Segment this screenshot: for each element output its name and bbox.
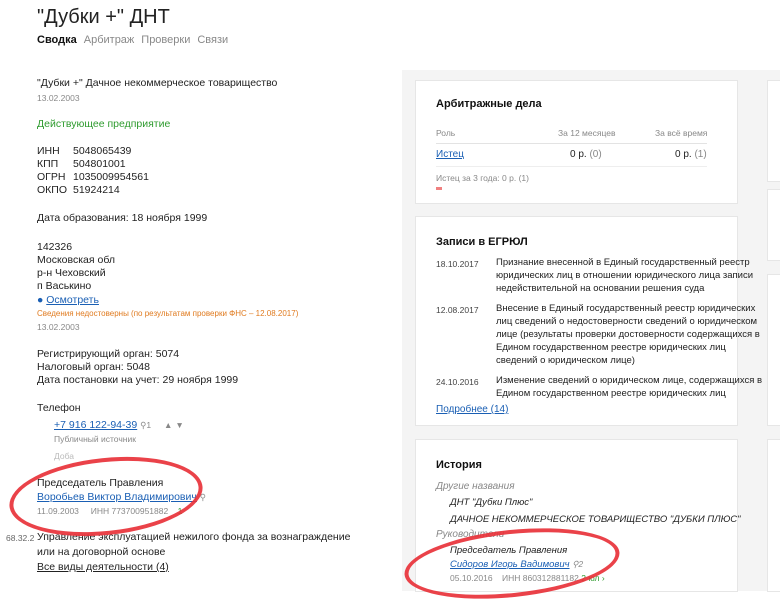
chevron-right-icon[interactable]: ›	[602, 573, 605, 583]
egrul-entry: Изменение сведений о юридическом лице, с…	[496, 375, 763, 399]
tab-inspections[interactable]: Проверки	[141, 34, 190, 46]
col-role: Роль	[436, 128, 456, 138]
tab-arbitration[interactable]: Арбитраж	[84, 34, 135, 46]
inn-row: ИНН 5048065439	[37, 145, 132, 157]
page-title: "Дубки +" ДНТ	[37, 6, 170, 28]
address-line: п Васькино	[37, 280, 92, 292]
egrul-card: Записи в ЕГРЮЛ 18.10.2017 Признание внес…	[416, 217, 762, 425]
founded-date: Дата образования: 18 ноября 1999	[37, 212, 208, 224]
col-12m: За 12 месяцев	[558, 128, 616, 138]
map-link-row[interactable]: ● Осмотреть	[37, 294, 99, 306]
map-pin-icon: ●	[37, 294, 44, 306]
other-names-label: Другие названия	[436, 481, 515, 492]
col-all: За всё время	[655, 128, 708, 138]
arbitration-card: Арбитражные дела Роль За 12 месяцев За в…	[416, 81, 737, 203]
phone-search-count: ⚲1	[140, 420, 152, 430]
value-12m: 0 р. (0)	[570, 149, 602, 160]
status-active: Действующее предприятие	[37, 118, 171, 130]
name-date: 13.02.2003	[37, 93, 80, 103]
address-warning: Сведения недостоверны (по результатам пр…	[37, 309, 299, 318]
tab-summary[interactable]: Сводка	[37, 34, 77, 46]
add-phone-link[interactable]: Доба	[54, 451, 74, 461]
table-divider	[436, 143, 707, 144]
side-card-edge	[768, 275, 780, 425]
phone-row: +7 916 122-94-39 ⚲1 ▲ ▼	[54, 419, 184, 431]
side-card-edge	[768, 190, 780, 260]
tab-bar: Сводка Арбитраж Проверки Связи	[37, 34, 228, 46]
egrul-more-link[interactable]: Подробнее (14)	[436, 404, 508, 415]
address-line: р-н Чеховский	[37, 267, 106, 279]
address-date: 13.02.2003	[37, 322, 80, 332]
egrul-date: 12.08.2017	[436, 305, 479, 315]
thumbs-down-icon[interactable]: ▼	[175, 420, 183, 430]
plaintiff-link[interactable]: Истец	[436, 149, 464, 160]
egrul-date: 18.10.2017	[436, 259, 479, 269]
history-title: История	[436, 459, 482, 471]
all-activities-link[interactable]: Все виды деятельности (4)	[37, 561, 169, 573]
phone-link[interactable]: +7 916 122-94-39	[54, 419, 137, 431]
phone-source: Публичный источник	[54, 434, 136, 444]
kpp-row: КПП 504801001	[37, 158, 126, 170]
ogrn-row: ОГРН 1035009954561	[37, 171, 149, 183]
tab-connections[interactable]: Связи	[197, 34, 228, 46]
thumbs-up-icon[interactable]: ▲	[164, 420, 172, 430]
registry-line: Дата постановки на учет: 29 ноября 1999	[37, 374, 239, 386]
egrul-entry: Признание внесенной в Единый государстве…	[496, 257, 754, 294]
table-divider	[436, 166, 707, 167]
value-all: 0 р. (1)	[675, 149, 707, 160]
egrul-entry: Внесение в Единый государственный реестр…	[496, 303, 760, 366]
egrul-title: Записи в ЕГРЮЛ	[436, 236, 528, 248]
company-full-name: "Дубки +" Дачное некоммерческое товарище…	[37, 77, 278, 89]
plaintiff-3y-note: Истец за 3 года: 0 р. (1)	[436, 173, 529, 183]
address-line: 142326	[37, 241, 73, 253]
address-line: Московская обл	[37, 254, 115, 266]
okpo-row: ОКПО 51924214	[37, 184, 120, 196]
side-card-edge	[768, 440, 780, 591]
registry-line: Регистрирующий орган: 5074	[37, 348, 180, 360]
side-card-edge	[768, 81, 780, 181]
registry-line: Налоговый орган: 5048	[37, 361, 150, 373]
mini-bar	[436, 187, 442, 190]
other-name: ДНТ "Дубки Плюс"	[450, 497, 533, 508]
other-name: ДАЧНОЕ НЕКОММЕРЧЕСКОЕ ТОВАРИЩЕСТВО "ДУБК…	[450, 514, 741, 525]
activity-code: 68.32.2	[6, 533, 35, 543]
arbitration-title: Арбитражные дела	[436, 98, 542, 110]
egrul-date: 24.10.2016	[436, 377, 479, 387]
map-view-link[interactable]: Осмотреть	[46, 294, 99, 306]
phone-label: Телефон	[37, 402, 81, 414]
